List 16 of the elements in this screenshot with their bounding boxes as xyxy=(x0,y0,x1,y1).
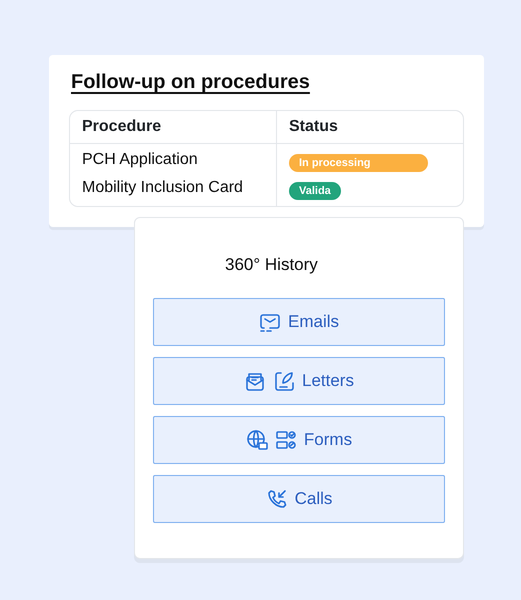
status-badge: Valida xyxy=(289,182,341,200)
status-badge: In processing xyxy=(289,154,428,172)
column-header: Status xyxy=(277,111,463,144)
history-button[interactable]: Calls xyxy=(153,474,445,522)
card-title: Follow-up on procedures xyxy=(71,70,310,95)
history-button[interactable]: Letters xyxy=(153,356,445,404)
incoming-call-icon xyxy=(266,488,288,510)
checklist-icon xyxy=(274,428,297,450)
procedure-name: PCH Application xyxy=(82,150,199,170)
document-quill-icon xyxy=(273,370,295,392)
globe-icon xyxy=(246,428,268,450)
column-header: Procedure xyxy=(70,111,277,144)
card-title: 360° History xyxy=(225,254,318,276)
procedure-name: Mobility Inclusion Card xyxy=(82,178,244,198)
history-button[interactable]: Emails xyxy=(153,298,445,346)
history-button[interactable]: Forms xyxy=(153,416,445,464)
